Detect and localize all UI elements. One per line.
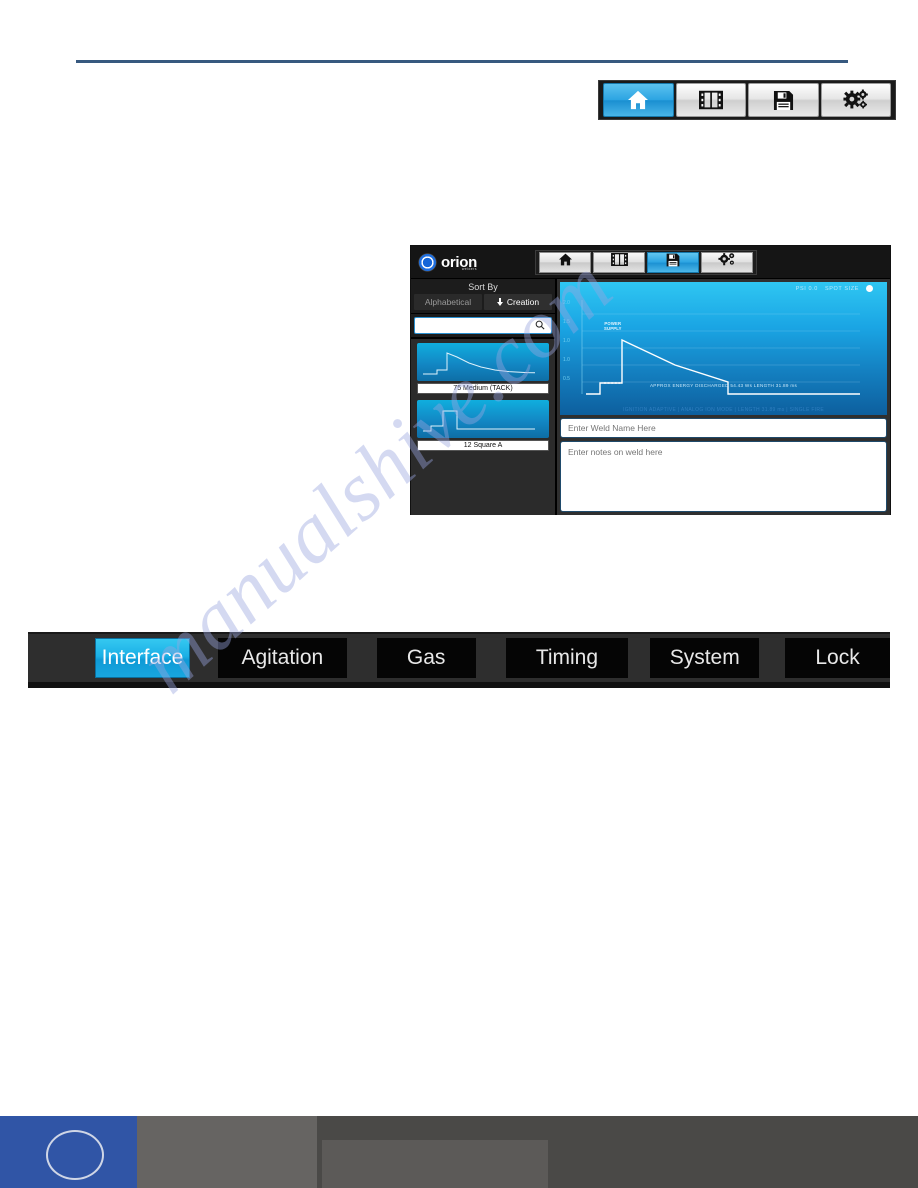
weld-waveform-thumbnail bbox=[417, 400, 549, 438]
gears-icon bbox=[718, 252, 736, 272]
device-header-bar: orion welders bbox=[411, 246, 890, 279]
weld-notes-input[interactable] bbox=[561, 442, 886, 511]
header-divider-rule bbox=[76, 60, 848, 63]
tab-lock[interactable]: Lock bbox=[785, 638, 890, 678]
footer-gray-band-dark bbox=[317, 1116, 918, 1188]
film-icon bbox=[610, 253, 628, 271]
film-icon bbox=[698, 90, 723, 110]
tab-label: Timing bbox=[535, 646, 599, 669]
device-navigation-bar bbox=[535, 249, 757, 275]
weld-label: 75 Medium (TACK) bbox=[417, 383, 549, 394]
page-footer-bands bbox=[0, 1116, 918, 1188]
footer-gray-band-light bbox=[137, 1116, 317, 1188]
tab-timing[interactable]: Timing bbox=[505, 638, 629, 678]
home-icon bbox=[627, 90, 649, 110]
device-nav-save[interactable] bbox=[647, 251, 699, 273]
list-item[interactable]: 75 Medium (TACK) bbox=[417, 343, 549, 394]
tab-label: Interface bbox=[101, 646, 184, 669]
search-box[interactable] bbox=[414, 317, 552, 334]
weld-waveform-graph[interactable]: PSI 0.0 SPOT SIZE 2.0 1.5 1.0 1.0 0.5 PO… bbox=[560, 282, 887, 415]
footer-circle-icon bbox=[46, 1130, 104, 1180]
weld-detail-panel: PSI 0.0 SPOT SIZE 2.0 1.5 1.0 1.0 0.5 PO… bbox=[557, 279, 890, 515]
orion-brand-text: orion welders bbox=[441, 253, 477, 271]
search-container bbox=[411, 314, 555, 339]
device-screenshot: orion welders Sort By Alphabetical Creat… bbox=[410, 245, 891, 515]
orion-emblem-icon bbox=[419, 253, 436, 271]
sort-alphabetical-button[interactable]: Alphabetical bbox=[414, 294, 482, 310]
sort-button-row: Alphabetical Creation bbox=[414, 294, 552, 310]
top-navigation-toolbar bbox=[598, 80, 896, 120]
gears-icon bbox=[843, 89, 869, 111]
settings-tab-bar: Interface Agitation Gas Timing System Lo… bbox=[28, 632, 890, 688]
footer-blue-band bbox=[0, 1116, 137, 1188]
page-watermark: manualshive.com bbox=[0, 0, 918, 1188]
device-nav-home[interactable] bbox=[539, 251, 591, 273]
tab-system[interactable]: System bbox=[650, 638, 760, 678]
weld-label: 12 Square A bbox=[417, 440, 549, 451]
sort-creation-button[interactable]: Creation bbox=[484, 294, 552, 310]
weld-list: 75 Medium (TACK) 12 Square A bbox=[411, 339, 555, 515]
tab-label: Agitation bbox=[241, 646, 324, 669]
sort-controls: Sort By Alphabetical Creation bbox=[411, 279, 555, 314]
toolbar-button-save[interactable] bbox=[748, 83, 819, 117]
orion-brand-subtext: welders bbox=[461, 266, 477, 271]
device-content-area: Sort By Alphabetical Creation 75 Medium … bbox=[411, 279, 890, 515]
device-nav-settings[interactable] bbox=[701, 251, 753, 273]
graph-caption-secondary: IGNITION ADAPTIVE | ANALOG ION MODE | LE… bbox=[623, 407, 824, 413]
weld-name-field[interactable] bbox=[560, 418, 887, 438]
list-item[interactable]: 12 Square A bbox=[417, 400, 549, 451]
tab-interface[interactable]: Interface bbox=[95, 638, 191, 678]
sort-alphabetical-label: Alphabetical bbox=[424, 297, 472, 307]
toolbar-button-film[interactable] bbox=[675, 83, 746, 117]
home-icon bbox=[558, 253, 573, 271]
tab-gas[interactable]: Gas bbox=[376, 638, 476, 678]
arrow-down-icon bbox=[496, 297, 504, 307]
tab-label: Gas bbox=[406, 646, 446, 669]
search-icon[interactable] bbox=[535, 317, 545, 335]
weld-notes-field[interactable] bbox=[560, 441, 887, 512]
device-nav-film[interactable] bbox=[593, 251, 645, 273]
weld-library-sidebar: Sort By Alphabetical Creation 75 Medium … bbox=[411, 279, 557, 515]
graph-caption-primary: APPROX ENERGY DISCHARGED 54.43 Ws LENGTH… bbox=[649, 383, 798, 388]
floppy-save-icon bbox=[666, 253, 680, 272]
toolbar-button-settings[interactable] bbox=[820, 83, 891, 117]
toolbar-button-home[interactable] bbox=[603, 83, 674, 117]
sort-by-label: Sort By bbox=[468, 282, 498, 292]
footer-plate bbox=[322, 1140, 548, 1188]
weld-waveform-thumbnail bbox=[417, 343, 549, 381]
graph-trace bbox=[581, 300, 860, 395]
weld-name-input[interactable] bbox=[561, 419, 886, 437]
tab-agitation[interactable]: Agitation bbox=[218, 638, 347, 678]
tab-label: System bbox=[669, 646, 740, 669]
search-input[interactable] bbox=[415, 317, 535, 334]
sort-creation-label: Creation bbox=[506, 297, 540, 307]
orion-logo: orion welders bbox=[411, 246, 529, 278]
tab-label: Lock bbox=[815, 646, 860, 669]
floppy-save-icon bbox=[773, 90, 794, 111]
